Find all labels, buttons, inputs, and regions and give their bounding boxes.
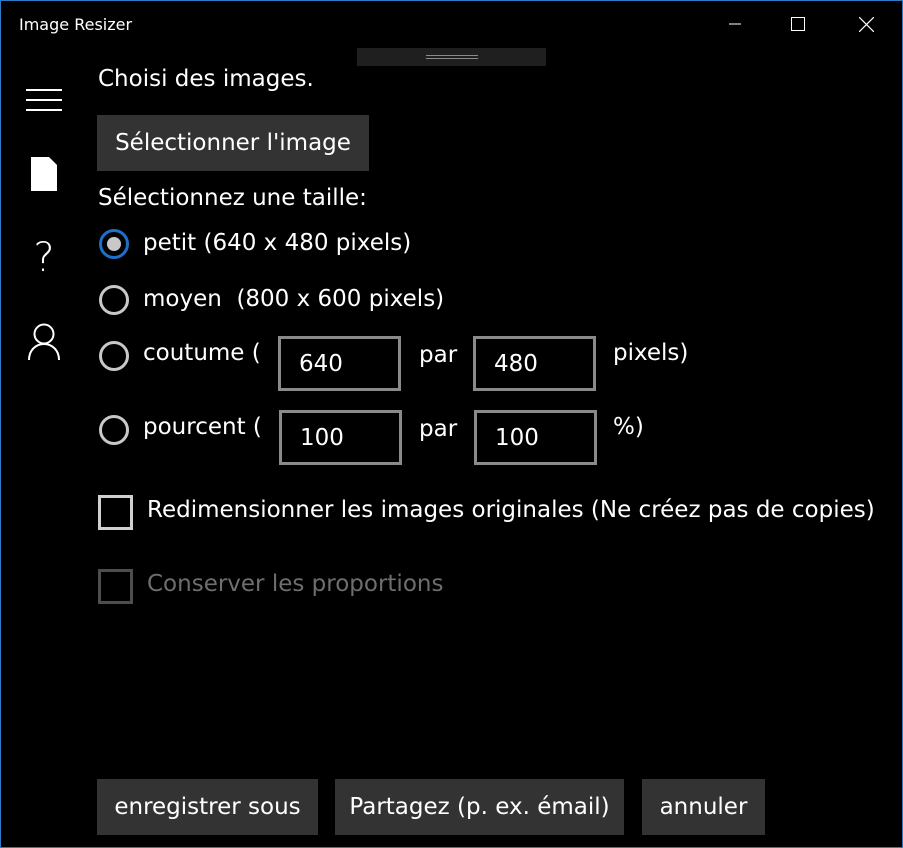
user-icon (28, 323, 60, 361)
custom-suffix: pixels) (613, 340, 689, 366)
drag-handle[interactable] (357, 48, 546, 66)
cancel-button[interactable]: annuler (642, 779, 765, 835)
menu-icon (26, 89, 62, 111)
maximize-icon (790, 17, 805, 31)
radio-medium[interactable] (99, 285, 129, 315)
close-button[interactable] (832, 0, 901, 48)
resize-originals-checkbox[interactable] (98, 495, 133, 530)
select-image-button[interactable]: Sélectionner l'image (97, 115, 369, 171)
radio-custom[interactable] (99, 341, 129, 371)
radio-small[interactable] (99, 229, 129, 259)
document-icon (31, 157, 57, 191)
radio-percent[interactable] (99, 415, 129, 445)
minimize-button[interactable] (700, 0, 769, 48)
minimize-icon (728, 23, 741, 25)
title-bar[interactable]: Image Resizer (0, 0, 903, 48)
keep-proportions-label: Conserver les proportions (147, 571, 444, 597)
window-title: Image Resizer (19, 15, 133, 34)
percent-separator: par (419, 416, 458, 442)
radio-custom-label[interactable]: coutume ( (143, 340, 261, 366)
percent-height-input[interactable] (474, 410, 597, 465)
radio-percent-label[interactable]: pourcent ( (143, 414, 262, 440)
radio-small-label[interactable]: petit (640 x 480 pixels) (143, 230, 411, 256)
nav-document-button[interactable] (22, 152, 66, 196)
custom-height-input[interactable] (473, 336, 596, 391)
nav-menu-button[interactable] (22, 78, 66, 122)
radio-selected-dot (107, 237, 121, 251)
share-button[interactable]: Partagez (p. ex. émail) (335, 779, 624, 835)
resize-originals-label[interactable]: Redimensionner les images originales (Ne… (147, 497, 875, 523)
keep-proportions-checkbox (98, 569, 133, 604)
custom-separator: par (419, 342, 458, 368)
custom-width-input[interactable] (278, 336, 401, 391)
save-as-button[interactable]: enregistrer sous (97, 779, 318, 835)
nav-user-button[interactable] (22, 320, 66, 364)
percent-width-input[interactable] (279, 410, 402, 465)
size-heading: Sélectionnez une taille: (98, 185, 367, 211)
close-icon (859, 16, 874, 32)
help-icon: ? (33, 235, 55, 281)
percent-suffix: %) (613, 414, 644, 440)
radio-medium-label[interactable]: moyen (800 x 600 pixels) (143, 286, 444, 312)
nav-help-button[interactable]: ? (22, 236, 66, 280)
maximize-button[interactable] (763, 0, 832, 48)
choose-images-heading: Choisi des images. (98, 66, 314, 92)
